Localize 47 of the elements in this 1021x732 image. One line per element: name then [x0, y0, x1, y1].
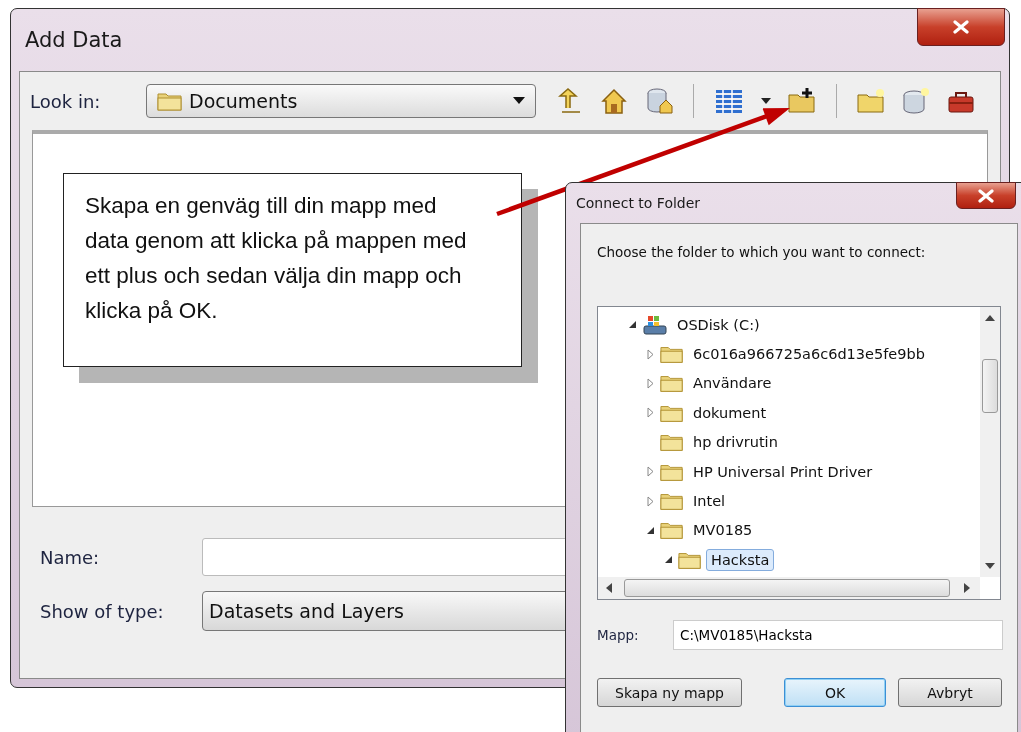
caret-icon [513, 97, 525, 105]
drive-icon [642, 313, 668, 336]
type-label: Show of type: [40, 600, 165, 622]
expand-icon[interactable] [644, 495, 656, 507]
tree-item[interactable]: MV0185 [688, 519, 758, 542]
expand-icon[interactable] [644, 377, 656, 389]
close-button[interactable] [956, 182, 1016, 209]
tree-item[interactable]: Användare [688, 372, 777, 395]
close-icon [977, 188, 995, 203]
caret-icon[interactable] [760, 98, 772, 104]
scroll-right-icon[interactable] [964, 583, 970, 593]
scroll-down-icon[interactable] [985, 563, 995, 569]
dialog-button[interactable]: Skapa ny mapp [597, 678, 742, 707]
tree-item[interactable]: hp drivrutin [688, 431, 783, 454]
expand-icon[interactable] [644, 466, 656, 478]
dialog-button[interactable]: Avbryt [898, 678, 1002, 707]
tree-item[interactable]: 6c016a966725a6c6d13e5fe9bb [688, 343, 930, 366]
dialog-title: Connect to Folder [576, 195, 701, 211]
expand-icon[interactable] [644, 407, 656, 419]
scroll-left-icon[interactable] [606, 583, 612, 593]
database-icon[interactable] [644, 86, 674, 116]
close-icon [952, 20, 970, 34]
scroll-up-icon[interactable] [985, 315, 995, 321]
tree-item[interactable]: dokument [688, 401, 772, 424]
tree-item[interactable]: Hacksta [706, 548, 775, 571]
horizontal-scrollbar[interactable] [598, 577, 980, 599]
prompt-text: Choose the folder to which you want to connect: [597, 244, 927, 260]
dialog-button[interactable]: OK [784, 678, 886, 707]
vertical-scrollbar[interactable] [980, 307, 1000, 577]
look-in-label: Look in: [30, 90, 102, 112]
name-label: Name: [40, 546, 101, 568]
look-in-dropdown[interactable]: Documents [146, 84, 536, 118]
scrollbar-thumb[interactable] [982, 359, 998, 413]
scrollbar-thumb[interactable] [624, 579, 950, 597]
folder-field[interactable]: C:\MV0185\Hacksta [673, 620, 1003, 650]
tree-item[interactable]: OSDisk (C:) [672, 313, 765, 336]
expand-icon[interactable] [644, 348, 656, 360]
folder-icon [157, 91, 183, 111]
new-database-icon[interactable] [901, 86, 931, 116]
folder-plus-icon[interactable] [787, 86, 817, 116]
window-title: Add Data [25, 28, 123, 52]
folder-tree[interactable]: OSDisk (C:) 6c016a966725a6c6d13e5fe9bb Användare dokument hp drivrutin HP Universal Print Driver Intel MV0185 Hacksta [597, 306, 1001, 600]
tree-item[interactable]: Intel [688, 490, 731, 513]
tree-item[interactable]: HP Universal Print Driver [688, 460, 878, 483]
close-button[interactable] [917, 8, 1005, 46]
callout-text: Skapa en genväg till din mapp med data genom att klicka på mappen med ett plus och sedan välja din mapp och klicka på OK. [85, 193, 467, 323]
home-icon[interactable] [599, 86, 629, 116]
